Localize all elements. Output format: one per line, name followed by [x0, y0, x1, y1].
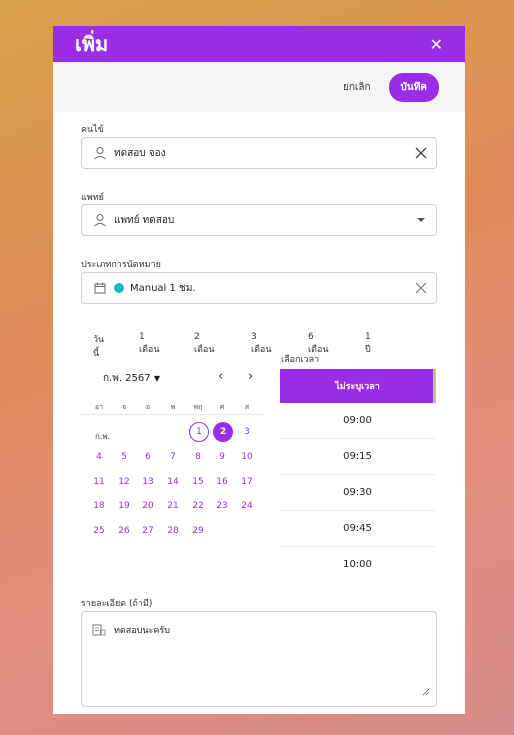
period-1-month[interactable]: 1 เดือน — [139, 332, 159, 356]
calendar-day[interactable]: 26 — [114, 521, 134, 541]
time-slot-list[interactable]: ไม่ระบุเวลา 09:00 09:15 09:30 09:45 10:0… — [280, 369, 435, 582]
calendar-day[interactable]: 19 — [114, 496, 134, 516]
caret-down-icon[interactable] — [406, 217, 436, 223]
weekday-label: ส — [244, 403, 250, 411]
clear-icon[interactable] — [406, 147, 436, 159]
calendar-day[interactable]: 16 — [212, 472, 232, 492]
calendar-day[interactable]: 20 — [138, 496, 158, 516]
calendar-day[interactable]: 1 — [189, 422, 209, 442]
appointment-type-field[interactable]: Manual 1 ชม. — [81, 272, 437, 304]
patient-label: คนไข้ — [81, 125, 104, 135]
resize-handle-icon[interactable] — [422, 681, 430, 700]
cancel-button[interactable]: ยกเลิก — [343, 80, 371, 95]
weekday-label: พ — [170, 403, 176, 411]
person-icon — [86, 146, 114, 160]
calendar-day[interactable]: 17 — [237, 472, 257, 492]
weekday-label: อ — [145, 403, 151, 411]
prev-month-icon[interactable]: ‹ — [218, 369, 223, 384]
calendar-day[interactable]: 27 — [138, 521, 158, 541]
calendar-day[interactable]: 3 — [237, 422, 257, 442]
next-month-icon[interactable]: › — [248, 369, 253, 384]
weekday-label: ศ — [219, 403, 225, 411]
calendar-day[interactable]: 12 — [114, 472, 134, 492]
calendar-day[interactable]: 10 — [237, 447, 257, 467]
calendar-day[interactable]: 29 — [188, 521, 208, 541]
calendar-day[interactable]: 4 — [89, 447, 109, 467]
month-short-label: ก.พ. — [95, 432, 111, 441]
appointment-type-value: Manual 1 ชม. — [130, 282, 196, 294]
person-icon — [86, 213, 114, 227]
month-year-label: ก.พ. 2567 — [103, 373, 151, 384]
patient-value: ทดสอบ จอง — [114, 147, 166, 159]
notes-textarea[interactable]: ทดสอบนะครับ — [81, 611, 437, 707]
period-3-months[interactable]: 3 เดือน — [251, 332, 271, 356]
calendar-day[interactable]: 25 — [89, 521, 109, 541]
dialog-header: เพิ่ม ✕ — [53, 26, 465, 62]
period-1-year[interactable]: 1 ปี — [365, 332, 371, 356]
weekday-label: อา — [94, 403, 104, 411]
time-slot[interactable]: 09:00 — [280, 403, 435, 439]
calendar-day[interactable]: 7 — [163, 447, 183, 467]
calendar-day[interactable]: 14 — [163, 472, 183, 492]
calendar-day[interactable]: 13 — [138, 472, 158, 492]
close-icon[interactable]: ✕ — [430, 35, 443, 54]
doctor-label: แพทย์ — [81, 193, 104, 203]
calendar-day[interactable]: 11 — [89, 472, 109, 492]
clear-icon[interactable] — [406, 282, 436, 294]
calendar-icon — [86, 282, 114, 294]
calendar-day[interactable]: 15 — [188, 472, 208, 492]
weekday-label: พฤ — [193, 403, 203, 411]
notes-value: ทดสอบนะครับ — [114, 626, 170, 636]
calendar-day[interactable]: 22 — [188, 496, 208, 516]
doctor-value: แพทย์ ทดสอบ — [114, 214, 175, 226]
calendar-day[interactable]: 6 — [138, 447, 158, 467]
time-picker-label: เลือกเวลา — [281, 355, 320, 365]
dialog-title: เพิ่ม — [75, 32, 109, 56]
calendar-day[interactable]: 24 — [237, 496, 257, 516]
no-time-option[interactable]: ไม่ระบุเวลา — [280, 369, 435, 403]
notes-label: รายละเอียด (ถ้ามี) — [81, 599, 153, 609]
calendar-day[interactable]: 21 — [163, 496, 183, 516]
calendar-day[interactable]: 23 — [212, 496, 232, 516]
divider — [81, 414, 265, 415]
period-today[interactable]: วันนี้ — [93, 332, 104, 360]
calendar-day[interactable]: 8 — [188, 447, 208, 467]
time-slot[interactable]: 09:30 — [280, 475, 435, 511]
save-button[interactable]: บันทึค — [388, 72, 439, 102]
scrollbar-thumb[interactable] — [433, 369, 436, 403]
time-slot[interactable]: 10:00 — [280, 547, 435, 582]
add-appointment-dialog: เพิ่ม ✕ ยกเลิก บันทึค คนไข้ ทดสอบ จอง แพ… — [53, 26, 465, 714]
notes-icon — [92, 622, 106, 641]
calendar-day[interactable]: 28 — [163, 521, 183, 541]
caret-down-icon: ▼ — [153, 374, 160, 383]
calendar-day[interactable]: 18 — [89, 496, 109, 516]
time-slot[interactable]: 09:15 — [280, 439, 435, 475]
calendar-day[interactable]: 5 — [114, 447, 134, 467]
doctor-field[interactable]: แพทย์ ทดสอบ — [81, 204, 437, 236]
month-selector[interactable]: ก.พ. 2567 ▼ — [103, 371, 160, 386]
calendar-day[interactable]: 9 — [212, 447, 232, 467]
type-color-dot — [114, 283, 124, 293]
period-2-months[interactable]: 2 เดือน — [194, 332, 214, 356]
calendar-day-selected[interactable]: 2 — [213, 422, 233, 442]
appointment-type-label: ประเภทการนัดหมาย — [81, 260, 161, 270]
time-slot[interactable]: 09:45 — [280, 511, 435, 547]
action-bar: ยกเลิก บันทึค — [53, 62, 465, 112]
weekday-label: จ — [121, 403, 127, 411]
patient-field[interactable]: ทดสอบ จอง — [81, 137, 437, 169]
